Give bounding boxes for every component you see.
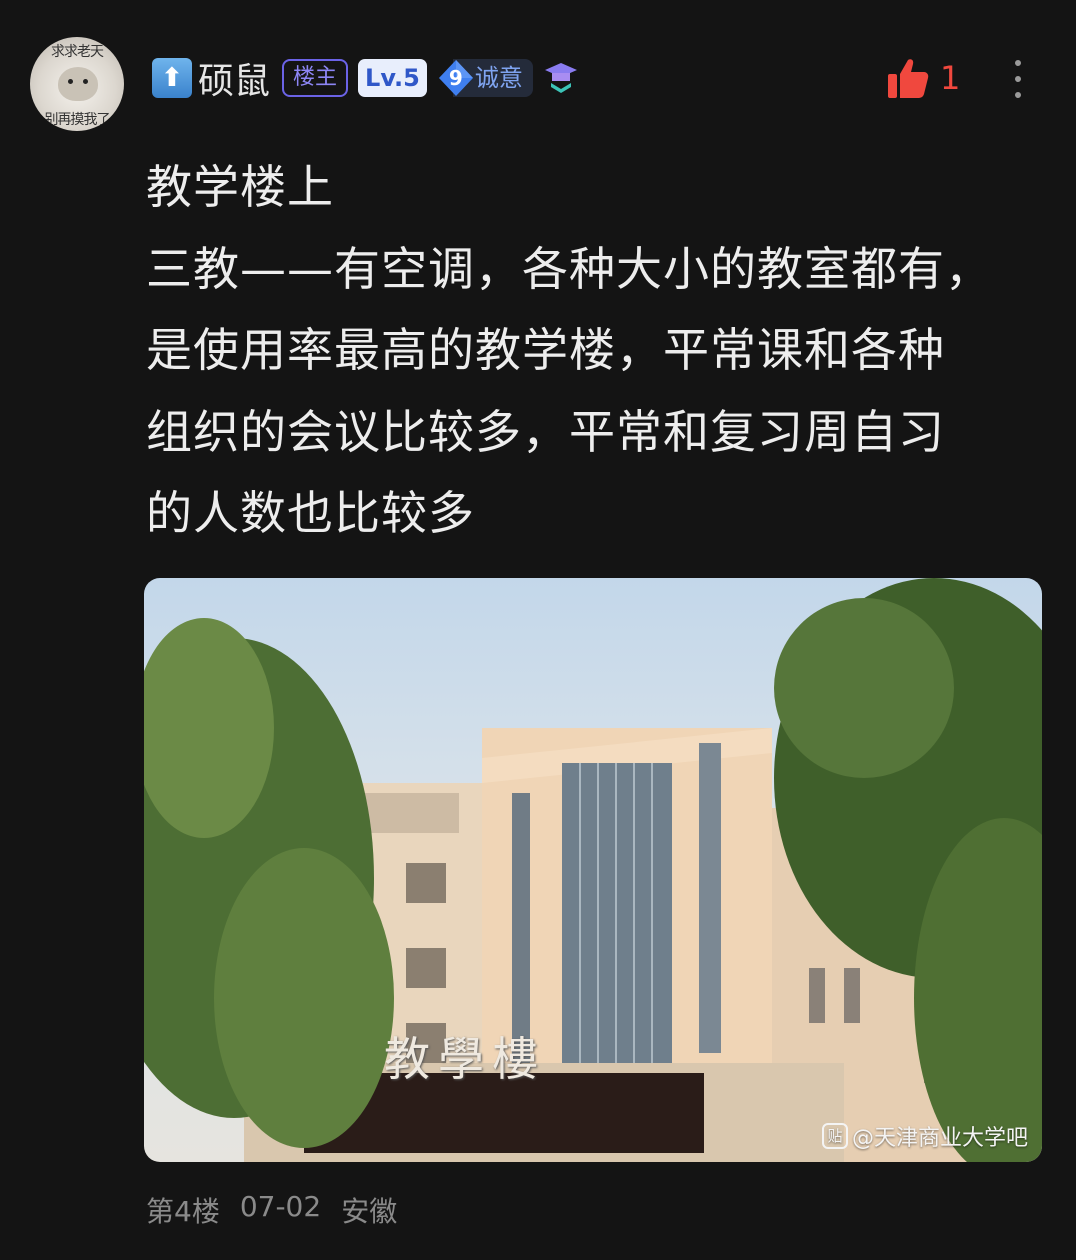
- host-badge: 楼主: [282, 59, 349, 97]
- thumbs-up-icon: [888, 59, 929, 98]
- sincerity-level: 9: [448, 66, 463, 90]
- username[interactable]: 硕鼠: [198, 52, 270, 104]
- like-button[interactable]: 1: [886, 56, 960, 100]
- graduation-cap-icon[interactable]: [543, 59, 579, 97]
- post-location: 安徽: [341, 1195, 398, 1228]
- avatar-caption-bottom: 别再摸我了: [44, 112, 111, 128]
- post-meta: 第4楼 07-02 安徽: [146, 1190, 397, 1230]
- post-date: 07-02: [239, 1190, 322, 1223]
- sincerity-badge[interactable]: 9 诚意: [437, 59, 533, 97]
- content-line: 是使用率最高的教学楼，平常课和各种: [146, 323, 945, 377]
- hamster-picture: [58, 67, 98, 101]
- post-content: 教学楼上 三教——有空调，各种大小的教室都有， 是使用率最高的教学楼，平常课和各…: [146, 147, 1046, 555]
- level-badge[interactable]: Lv.5: [358, 59, 427, 97]
- up-arrow-icon: ⬆: [152, 58, 192, 98]
- tieba-icon: 贴: [821, 1123, 848, 1149]
- user-info-row: ⬆ 硕鼠 楼主 Lv.5 9 诚意: [152, 54, 579, 102]
- content-line: 教学楼上: [146, 160, 334, 214]
- avatar[interactable]: 求求老天 别再摸我了: [30, 37, 124, 131]
- more-vertical-icon[interactable]: [1008, 60, 1028, 104]
- building-sign: 教學樓: [384, 1032, 546, 1086]
- image-watermark: 贴 @天津商业大学吧: [821, 1120, 1028, 1152]
- like-count: 1: [940, 59, 961, 97]
- content-line: 三教——有空调，各种大小的教室都有，: [146, 241, 992, 296]
- avatar-caption-top: 求求老天: [51, 44, 104, 60]
- content-line: 组织的会议比较多，平常和复习周自习: [146, 404, 945, 459]
- floor-number: 第4楼: [146, 1195, 220, 1228]
- teaching-building-photo: [144, 578, 1042, 1162]
- content-line: 的人数也比较多: [146, 486, 475, 540]
- post-image[interactable]: 教學樓 贴 @天津商业大学吧: [144, 578, 1042, 1162]
- watermark-text: @天津商业大学吧: [851, 1126, 1028, 1151]
